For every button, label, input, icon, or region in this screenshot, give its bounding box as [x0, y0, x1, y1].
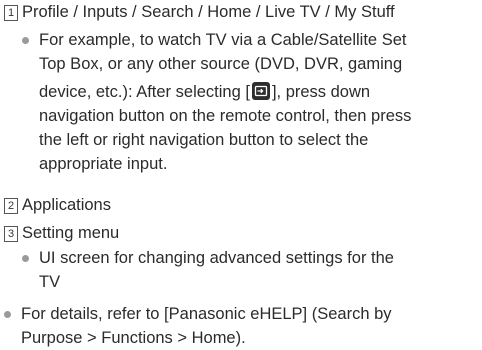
item-number-box: 2: [4, 198, 18, 214]
bullet-line: For details, refer to [Panasonic eHELP] …: [21, 305, 392, 323]
bullet-line-part: device, etc.): After selecting [: [39, 83, 250, 101]
bullet-line: TV: [39, 273, 61, 291]
item-number-box: 3: [4, 226, 18, 242]
list-item-3: 3 Setting menu: [4, 221, 119, 245]
item-number-box: 1: [4, 5, 18, 21]
item-label: Profile / Inputs / Search / Home / Live …: [22, 3, 395, 21]
item-label: Applications: [22, 196, 111, 214]
bullet-line: Top Box, or any other source (DVD, DVR, …: [39, 55, 403, 73]
bullet-line: UI screen for changing advanced settings…: [39, 249, 394, 267]
setting-menu-bullet: UI screen for changing advanced settings…: [22, 246, 394, 294]
list-item-2: 2 Applications: [4, 193, 111, 217]
bullet-line-with-icon: device, etc.): After selecting [ ], pres…: [39, 80, 411, 104]
input-source-icon: [251, 82, 270, 100]
bullet-line: appropriate input.: [39, 155, 168, 173]
details-bullet: For details, refer to [Panasonic eHELP] …: [4, 302, 392, 350]
item-label: Setting menu: [22, 224, 120, 242]
bullet-line: Purpose > Functions > Home).: [21, 329, 246, 347]
bullet-line: the left or right navigation button to s…: [39, 131, 369, 149]
bullet-line-part: ], press down: [271, 83, 371, 101]
bullet-dot: [22, 255, 29, 262]
bullet-line: For example, to watch TV via a Cable/Sat…: [39, 31, 407, 49]
bullet-line: navigation button on the remote control,…: [39, 107, 412, 125]
example-bullet: For example, to watch TV via a Cable/Sat…: [22, 28, 411, 176]
list-item-1: 1 Profile / Inputs / Search / Home / Live…: [4, 0, 395, 24]
bullet-dot: [22, 37, 29, 44]
bullet-dot: [4, 311, 11, 318]
